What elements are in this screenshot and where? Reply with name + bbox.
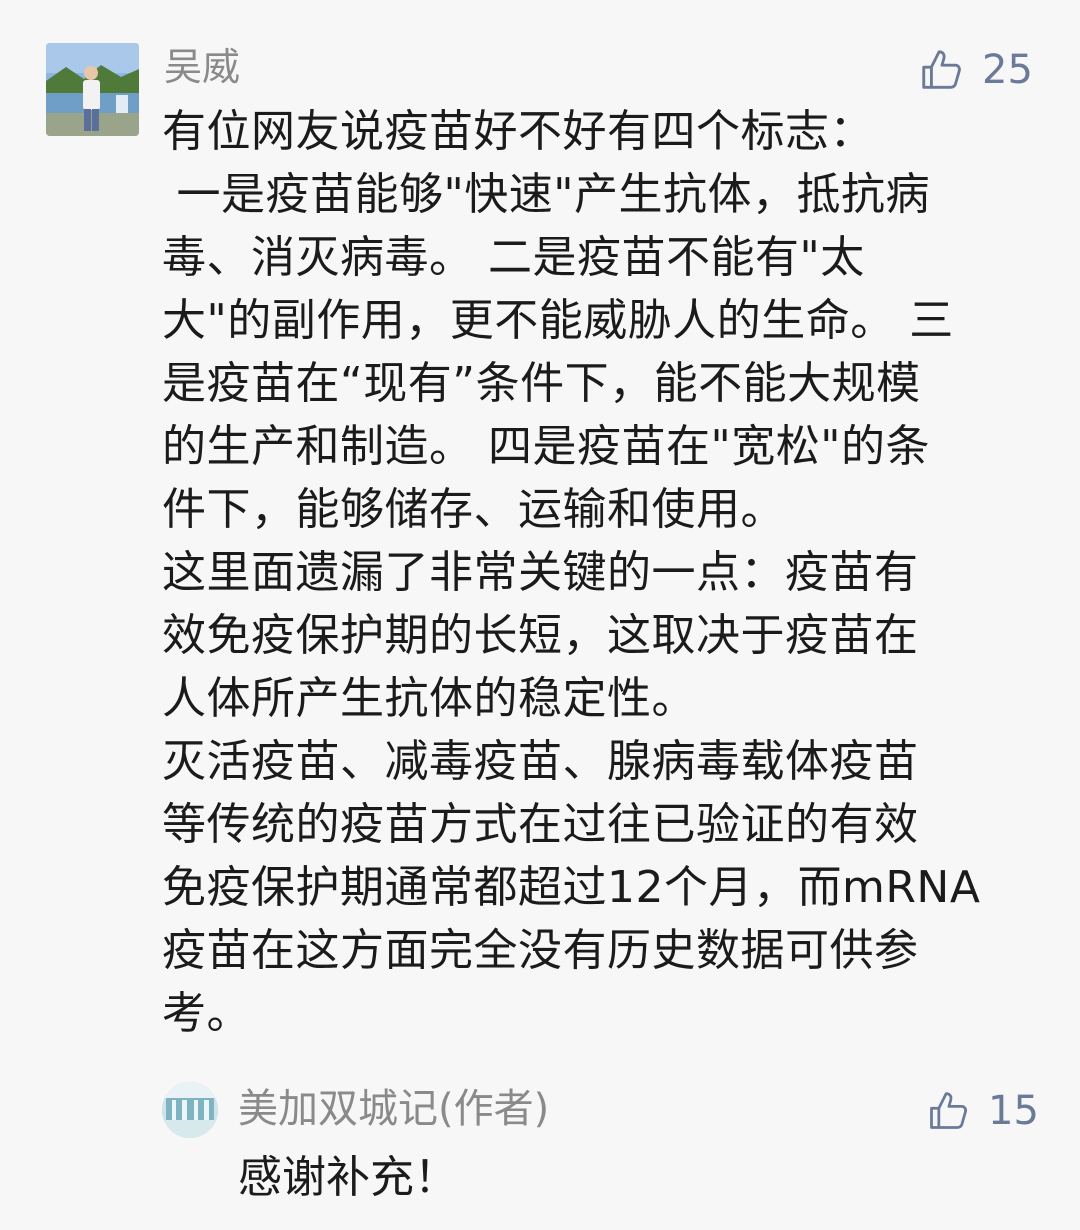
avatar-photo	[46, 43, 139, 136]
reply-body: 感谢补充！	[238, 1152, 458, 1203]
comment-line: 效免疫保护期的长短，这取决于疫苗在	[162, 610, 919, 661]
comment-line: 件下，能够储存、运输和使用。	[162, 484, 785, 535]
comment-line: 等传统的疫苗方式在过往已验证的有效	[162, 799, 919, 850]
user-avatar[interactable]	[46, 43, 139, 136]
reply-author-avatar[interactable]	[162, 1082, 218, 1138]
comment-line: 有位网友说疫苗好不好有四个标志：	[162, 106, 874, 157]
comment-line: 这里面遗漏了非常关键的一点：疫苗有	[162, 547, 919, 598]
reply-like-button[interactable]: 15	[926, 1084, 1039, 1138]
comment-line: 是疫苗在“现有”条件下，能不能大规模	[162, 358, 921, 409]
comment-line: 一是疫苗能够"快速"产生抗体，抵抗病	[162, 169, 930, 220]
comment-line: 灭活疫苗、减毒疫苗、腺病毒载体疫苗	[162, 736, 919, 787]
comment-item: 吴威 25 有位网友说疫苗好不好有四个标志： 一是疫苗能够"快速"产生抗体，抵抗…	[0, 0, 1080, 1060]
thumbs-up-icon	[930, 1092, 968, 1129]
comment-username[interactable]: 吴威	[164, 40, 240, 94]
comment-line: 免疫保护期通常都超过12个月，而mRNA	[162, 862, 981, 913]
comment-line: 疫苗在这方面完全没有历史数据可供参	[162, 925, 919, 976]
waterfall-photo-avatar	[162, 1082, 218, 1138]
comment-like-count: 25	[982, 47, 1033, 93]
thumbs-up-icon	[922, 50, 961, 89]
comment-line: 大"的副作用，更不能威胁人的生命。 三	[162, 295, 954, 346]
reply-like-count: 15	[988, 1088, 1039, 1134]
comment-line: 的生产和制造。 四是疫苗在"宽松"的条	[162, 421, 930, 472]
comment-body: 有位网友说疫苗好不好有四个标志： 一是疫苗能够"快速"产生抗体，抵抗病 毒、消灭…	[162, 100, 1042, 1045]
comment-line: 人体所产生抗体的稳定性。	[162, 673, 696, 724]
comment-line: 考。	[162, 988, 251, 1039]
comment-like-button[interactable]: 25	[918, 42, 1033, 98]
comment-line: 毒、消灭病毒。 二是疫苗不能有"太	[162, 232, 865, 283]
reply-author-name[interactable]: 美加双城记(作者)	[238, 1080, 549, 1138]
